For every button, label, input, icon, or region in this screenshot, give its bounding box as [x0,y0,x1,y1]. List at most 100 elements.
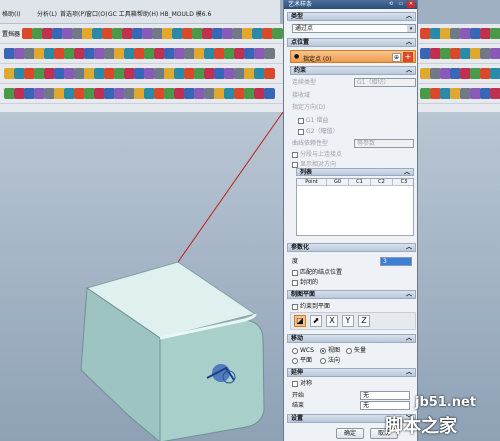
menu-analysis[interactable]: 分析(L) [37,9,57,18]
closed-row[interactable]: 封闭的 [292,278,318,287]
degree-input[interactable]: 3 [380,257,412,266]
symmetric-checkbox[interactable] [292,380,298,387]
section-points[interactable]: 点位置 ︿ [287,38,416,47]
constrain-plane-row[interactable]: 约束到平面 [292,302,330,311]
list-header[interactable]: 列表 ︿ [296,168,414,176]
toolbar-tool-icon[interactable] [490,48,500,59]
point-row-dot-icon: ● [294,53,300,60]
section-type-label: 类型 [291,13,304,20]
snap-point-icon[interactable]: ⊕ [392,53,401,62]
plane-select-icon[interactable]: ⬈ [310,315,322,327]
move-option-normal[interactable]: 法向 [320,356,340,365]
menu-hb-mould[interactable]: HB_MOULD 模6.6 [160,9,211,18]
toolbar-tool-icon[interactable] [490,68,500,79]
section-parameterization-label: 参数化 [291,244,310,251]
symmetric-row[interactable]: 对称 [292,379,312,388]
move-label-view: 视图 [328,347,341,354]
move-option-vector[interactable]: 矢量 [346,346,366,355]
dependency-select[interactable]: 等参数 [354,139,414,148]
assoc-row[interactable]: 分段与上连接点 [292,150,342,159]
extend-end-select[interactable]: 无 [360,401,410,410]
toolbar-row-3 [0,64,500,84]
plane-icon-row: ◪ ⬈ X Y Z [290,312,416,330]
degree-value: 3 [383,258,387,265]
move-radio-normal[interactable] [320,357,326,364]
specify-direction-label: 指定方向(D) [292,104,326,111]
menu-window[interactable]: 窗口(O) [86,9,107,18]
toolbar-row-4 [0,84,500,104]
move-radio-plane[interactable] [292,357,298,364]
xc-plane-icon[interactable]: X [326,315,338,327]
move-label-plane: 平面 [300,357,313,364]
section-type[interactable]: 类型 ︿ [287,12,416,21]
section-extend[interactable]: 延伸 ︿ [287,368,416,377]
continuity-type-label: 连续类型 [292,79,317,86]
g2-gain-checkbox[interactable] [298,128,304,135]
move-option-wcs[interactable]: WCS [292,346,314,355]
reset-icon[interactable]: ⟲ [387,1,395,8]
extend-start-select[interactable]: 无 [360,391,410,400]
collapse-icon[interactable]: ▭ [397,1,405,8]
menu-gc-toolbox[interactable]: GC 工具箱 [108,9,137,18]
move-option-plane[interactable]: 平面 [292,356,312,365]
toolbar-tool-icon[interactable] [264,48,275,59]
section-movement-label: 移动 [291,335,304,342]
constraint-list[interactable]: Point G0 C1 C2 C3 [296,178,414,236]
closed-checkbox[interactable] [292,279,298,286]
toolbar-tool-icon[interactable] [264,68,275,79]
toolbar-tool-icon[interactable] [264,88,275,99]
constrain-plane-checkbox[interactable] [292,303,298,310]
move-radio-wcs[interactable] [292,347,298,354]
menu-preferences[interactable]: 首选项(P) [60,9,86,18]
section-movement[interactable]: 移动 ︿ [287,334,416,343]
close-icon[interactable]: ✕ [407,1,415,8]
section-points-label: 点位置 [291,39,310,46]
toolbar-tool-icon[interactable] [490,28,500,39]
leader-line [177,112,284,263]
model-canvas [80,112,284,441]
assoc-checkbox[interactable] [292,151,298,158]
g1-gain-label: G1 增益 [306,117,329,124]
chevron-up-icon: ︿ [405,335,412,342]
g1-gain-checkbox[interactable] [298,117,304,124]
g2-gain-row[interactable]: G2（幅值） [298,127,338,136]
section-extend-label: 延伸 [291,369,304,376]
degree-label: 度 [292,258,299,265]
match-knots-checkbox[interactable] [292,269,298,276]
yc-plane-icon[interactable]: Y [342,315,354,327]
extend-start-label: 开始 [292,392,305,399]
continuity-select[interactable]: G1（相切） [354,78,416,87]
move-label-wcs: WCS [300,347,314,354]
ok-button[interactable]: 确定 [336,428,364,439]
type-select[interactable]: 通过点 ▾ [292,24,416,33]
move-label-vector: 矢量 [354,347,367,354]
move-option-view[interactable]: 视图 [320,346,340,355]
art-spline-dialog: 艺术样条 ⟲ ▭ ✕ 类型 ︿ 通过点 ▾ 点位置 ︿ ● 指定点 (0) ⊕ … [283,0,418,441]
specify-point-row[interactable]: ● 指定点 (0) ⊕ + [290,50,416,63]
match-knots-row[interactable]: 匹配的结点位置 [292,268,342,277]
column-header: C2 [371,179,393,186]
section-plane[interactable]: 制图平面 ︿ [287,290,416,299]
graphics-viewport[interactable] [0,112,500,441]
move-radio-vector[interactable] [346,347,352,354]
show-reference-checkbox[interactable] [292,161,298,168]
section-parameterization[interactable]: 参数化 ︿ [287,243,416,252]
list-label: 列表 [300,169,313,176]
menu-tools[interactable]: 格助(I) [2,9,20,18]
zc-plane-icon[interactable]: Z [358,315,370,327]
chevron-down-icon: ▾ [407,25,415,32]
view-plane-icon[interactable]: ◪ [294,315,306,327]
section-plane-label: 制图平面 [291,291,316,298]
column-header: C1 [349,179,371,186]
g1-gain-row[interactable]: G1 增益 [298,116,328,125]
constraint-type-label: 接收域 [292,92,311,99]
toolbar-tool-icon[interactable] [490,88,500,99]
menu-help[interactable]: 帮助(H) [137,9,158,18]
dialog-title-bar: 艺术样条 ⟲ ▭ ✕ [284,0,417,9]
point-dialog-icon[interactable]: + [403,52,413,62]
assoc-label: 分段与上连接点 [300,151,343,158]
move-radio-view[interactable] [320,347,326,354]
section-constraints[interactable]: 约束 ︿ [290,66,416,75]
column-header: Point [297,179,327,186]
toolbar-tool-icon[interactable] [272,28,283,39]
